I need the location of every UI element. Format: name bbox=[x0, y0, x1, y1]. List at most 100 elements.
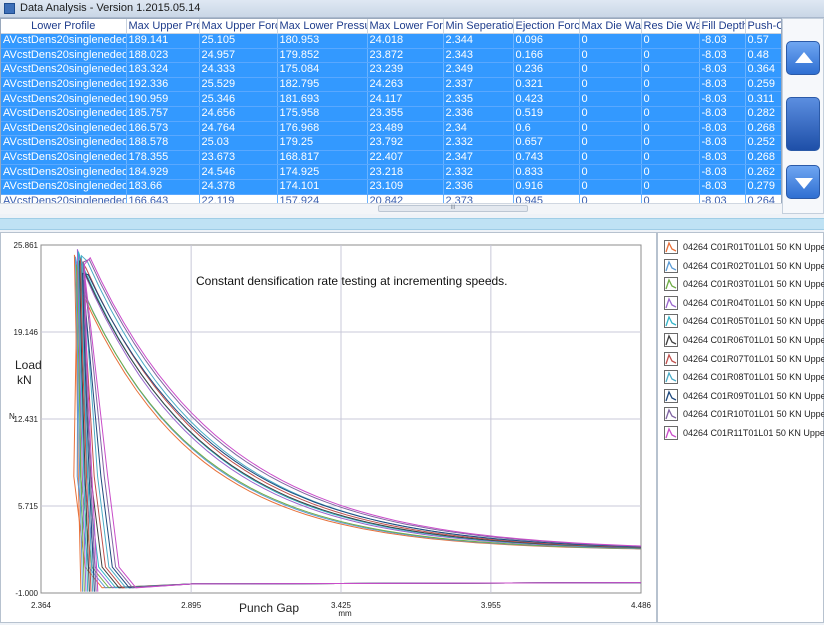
table-cell: 0.311 bbox=[745, 91, 781, 107]
table-cell: 0 bbox=[579, 150, 642, 166]
table-row[interactable]: AVcstDens20singleneded b 184.929 24.546 174… bbox=[1, 164, 781, 180]
legend-swatch bbox=[664, 314, 678, 329]
table-cell: 25.105 bbox=[199, 33, 278, 49]
table-cell: -8.03 bbox=[699, 106, 746, 122]
y-tick-label: -1.000 bbox=[15, 589, 38, 598]
legend-item[interactable]: 04264 C01R07T01L01 50 KN Upper bbox=[664, 351, 824, 367]
legend-item[interactable]: 04264 C01R09T01L01 50 KN Upper bbox=[664, 388, 824, 404]
table-cell: 0.519 bbox=[513, 106, 580, 122]
table-cell: 175.084 bbox=[277, 62, 368, 78]
table-cell: 24.546 bbox=[199, 164, 278, 180]
scroll-down-button[interactable] bbox=[786, 165, 820, 199]
table-row[interactable]: AVcstDens20singleneded b 188.023 24.957 179… bbox=[1, 48, 781, 64]
table-cell: 180.953 bbox=[277, 33, 368, 49]
table-row[interactable]: AVcstDens20singleneded b 192.336 25.529 182… bbox=[1, 77, 781, 93]
column-header[interactable]: Res Die Wall bbox=[641, 19, 700, 34]
table-cell: 0 bbox=[641, 164, 700, 180]
table-cell: AVcstDens20singleneded b bbox=[1, 150, 127, 166]
table-row[interactable]: AVcstDens20singleneded b 186.573 24.764 176… bbox=[1, 121, 781, 137]
table-cell: 23.792 bbox=[367, 135, 444, 151]
legend-item[interactable]: 04264 C01R10T01L01 50 KN Upper bbox=[664, 406, 824, 422]
table-cell: 0.657 bbox=[513, 135, 580, 151]
column-header[interactable]: Max Upper Pres bbox=[126, 19, 200, 34]
table-cell: -8.03 bbox=[699, 164, 746, 180]
table-cell: 0 bbox=[641, 135, 700, 151]
table-cell: 23.218 bbox=[367, 164, 444, 180]
y-axis-unit: N bbox=[9, 412, 15, 421]
table-cell: -8.03 bbox=[699, 48, 746, 64]
table-cell: AVcstDens20singleneded b bbox=[1, 48, 127, 64]
table-cell: 0 bbox=[641, 121, 700, 137]
y-tick-label: 25.861 bbox=[14, 241, 39, 250]
table-cell: 185.757 bbox=[126, 106, 200, 122]
table-cell: 0 bbox=[579, 91, 642, 107]
y-tick-label: 5.715 bbox=[18, 502, 39, 511]
results-table[interactable]: Lower ProfileMax Upper PresMax Upper For… bbox=[0, 18, 782, 214]
table-row[interactable]: AVcstDens20singleneded b 183.66 24.378 174.… bbox=[1, 179, 781, 195]
legend-item[interactable]: 04264 C01R11T01L01 50 KN Upper bbox=[664, 425, 824, 441]
table-cell: 176.968 bbox=[277, 121, 368, 137]
table-cell: 0.282 bbox=[745, 106, 781, 122]
x-tick-label: 4.486 bbox=[631, 601, 652, 610]
table-row[interactable]: AVcstDens20singleneded b 185.757 24.656 175… bbox=[1, 106, 781, 122]
table-row[interactable]: AVcstDens20singleneded b 188.578 25.03 179.… bbox=[1, 135, 781, 151]
legend-swatch bbox=[664, 388, 678, 403]
legend-item[interactable]: 04264 C01R04T01L01 50 KN Upper bbox=[664, 295, 824, 311]
legend-label: 04264 C01R07T01L01 50 KN Upper bbox=[683, 353, 824, 364]
legend-item[interactable]: 04264 C01R08T01L01 50 KN Upper bbox=[664, 369, 824, 385]
column-header[interactable]: Push-Ot bbox=[745, 19, 781, 34]
results-grid[interactable]: Lower ProfileMax Upper PresMax Upper For… bbox=[1, 19, 781, 210]
legend-swatch bbox=[664, 351, 678, 366]
status-progress-bar bbox=[0, 218, 824, 230]
column-header[interactable]: Max Lower Force bbox=[367, 19, 444, 34]
legend-label: 04264 C01R08T01L01 50 KN Upper bbox=[683, 372, 824, 383]
column-header[interactable]: Lower Profile bbox=[1, 19, 127, 34]
table-cell: AVcstDens20singleneded b bbox=[1, 179, 127, 195]
table-cell: 0 bbox=[579, 33, 642, 49]
column-header[interactable]: Max Lower Pressure bbox=[277, 19, 368, 34]
legend-item[interactable]: 04264 C01R01T01L01 50 KN Upper bbox=[664, 239, 824, 255]
table-cell: -8.03 bbox=[699, 91, 746, 107]
horizontal-scrollbar[interactable]: III bbox=[0, 203, 782, 214]
legend-swatch bbox=[664, 426, 678, 440]
table-row[interactable]: AVcstDens20singleneded b 189.141 25.105 180… bbox=[1, 33, 781, 49]
table-cell: 183.324 bbox=[126, 62, 200, 78]
legend-item[interactable]: 04264 C01R03T01L01 50 KN Upper bbox=[664, 276, 824, 292]
table-cell: 0 bbox=[641, 77, 700, 93]
table-row[interactable]: AVcstDens20singleneded b 190.959 25.346 181… bbox=[1, 91, 781, 107]
table-cell: 24.378 bbox=[199, 179, 278, 195]
title-bar: Data Analysis - Version 1.2015.05.14 bbox=[0, 0, 824, 18]
table-cell: 2.337 bbox=[443, 77, 514, 93]
table-row[interactable]: AVcstDens20singleneded b 178.355 23.673 168… bbox=[1, 150, 781, 166]
table-cell: 2.332 bbox=[443, 164, 514, 180]
table-cell: AVcstDens20singleneded b bbox=[1, 77, 127, 93]
table-row[interactable]: AVcstDens20singleneded b 183.324 24.333 175… bbox=[1, 62, 781, 78]
table-cell: 175.958 bbox=[277, 106, 368, 122]
table-cell: 2.336 bbox=[443, 179, 514, 195]
legend-item[interactable]: 04264 C01R02T01L01 50 KN Upper bbox=[664, 258, 824, 274]
table-cell: AVcstDens20singleneded b bbox=[1, 33, 127, 49]
legend-item[interactable]: 04264 C01R06T01L01 50 KN Upper bbox=[664, 332, 824, 348]
legend-item[interactable]: 04264 C01R05T01L01 50 KN Upper bbox=[664, 313, 824, 329]
table-cell: 0 bbox=[641, 62, 700, 78]
table-cell: 0.166 bbox=[513, 48, 580, 64]
scroll-up-button[interactable] bbox=[786, 41, 820, 75]
table-cell: 0 bbox=[579, 179, 642, 195]
column-header[interactable]: Fill Depth bbox=[699, 19, 746, 34]
table-cell: 2.347 bbox=[443, 150, 514, 166]
scroll-thumb[interactable]: III bbox=[378, 205, 528, 212]
legend-label: 04264 C01R11T01L01 50 KN Upper bbox=[683, 428, 824, 438]
table-cell: 22.407 bbox=[367, 150, 444, 166]
scroll-page-button[interactable] bbox=[786, 97, 820, 151]
column-header[interactable]: Max Die Wall bbox=[579, 19, 642, 34]
table-cell: 0.833 bbox=[513, 164, 580, 180]
column-header[interactable]: Min Seperation bbox=[443, 19, 514, 34]
legend-swatch bbox=[664, 240, 678, 254]
column-header[interactable]: Ejection Force bbox=[513, 19, 580, 34]
column-header[interactable]: Max Upper Force bbox=[199, 19, 278, 34]
table-cell: 0 bbox=[579, 164, 642, 180]
table-cell: 23.489 bbox=[367, 121, 444, 137]
table-cell: 0 bbox=[641, 179, 700, 195]
table-cell: 0 bbox=[641, 33, 700, 49]
y-tick-label: 12.431 bbox=[14, 415, 39, 424]
